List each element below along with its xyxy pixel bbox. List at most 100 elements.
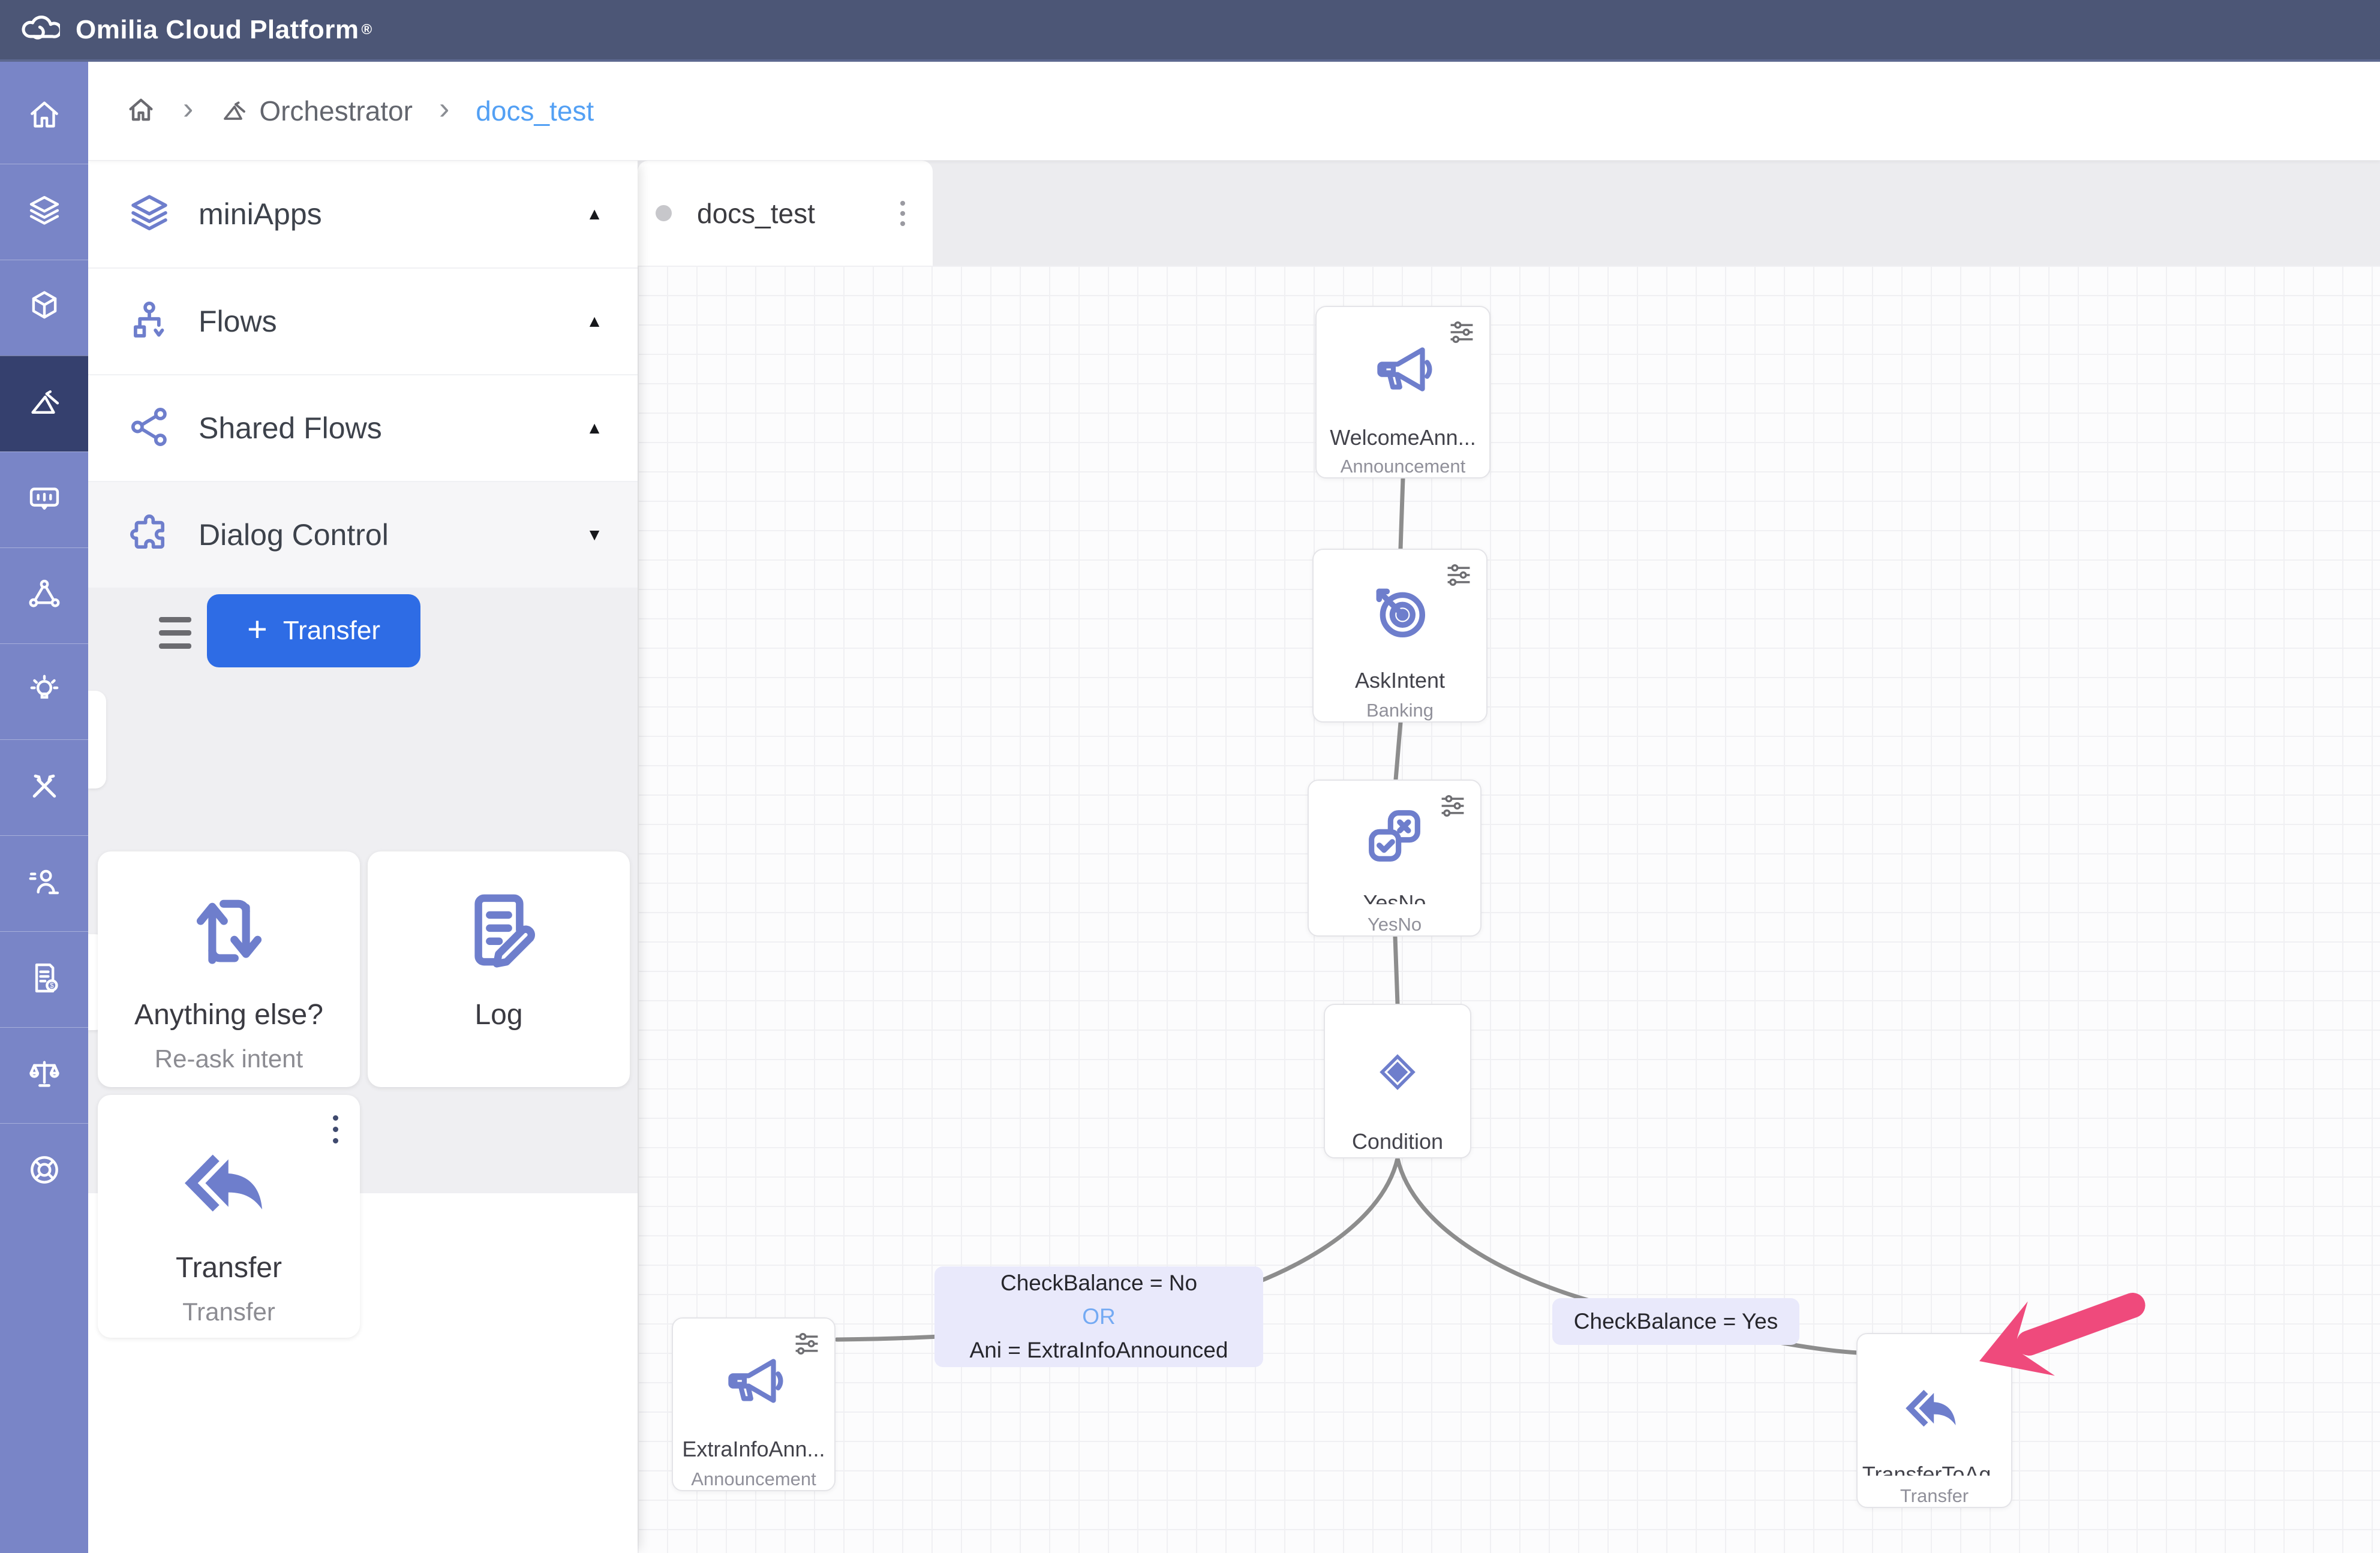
- rail-item-scales[interactable]: [0, 1027, 88, 1123]
- node-settings-icon[interactable]: [791, 1328, 822, 1362]
- svg-text:$: $: [50, 982, 54, 990]
- canvas-tabbar: docs_test: [638, 161, 2380, 266]
- add-transfer-button[interactable]: + Transfer: [207, 594, 420, 667]
- rail-item-agents[interactable]: [0, 835, 88, 931]
- layers-icon: [26, 192, 63, 232]
- rail-item-tools[interactable]: [0, 739, 88, 835]
- rail-item-chat-widget[interactable]: [0, 452, 88, 547]
- card-title: Transfer: [176, 1251, 282, 1284]
- blocks-icon: [26, 288, 63, 328]
- transfer-icon: [1906, 1387, 1963, 1440]
- registered-mark: ®: [362, 22, 372, 38]
- omilia-cloud-logo-icon: [17, 7, 60, 53]
- node-subtitle: Announcement: [1341, 456, 1466, 477]
- plus-icon: +: [247, 612, 268, 647]
- breadcrumb-current-page[interactable]: docs_test: [476, 95, 594, 127]
- card-title: Log: [474, 998, 522, 1031]
- node-transfer-to-agent[interactable]: TransferToAg... Transfer: [1856, 1333, 2012, 1508]
- rail-item-billing[interactable]: $: [0, 931, 88, 1027]
- puzzle-icon: [127, 511, 172, 559]
- tab-status-dot: [656, 205, 672, 221]
- rail-item-support[interactable]: [0, 1123, 88, 1219]
- orchestrator-icon: [26, 384, 63, 424]
- rail-item-network[interactable]: [0, 547, 88, 643]
- node-title: ExtraInfoAnn...: [682, 1437, 825, 1459]
- node-subtitle: YesNo: [1368, 914, 1422, 935]
- tab-docs-test[interactable]: docs_test: [638, 161, 933, 266]
- icon-rail: $: [0, 62, 88, 1553]
- card-title: Anything else?: [134, 998, 323, 1031]
- section-flows[interactable]: Flows ▲: [88, 267, 638, 374]
- scales-icon: [26, 1055, 63, 1095]
- layers-icon: [127, 190, 172, 239]
- node-settings-icon[interactable]: [1443, 559, 1474, 594]
- tab-menu-icon[interactable]: [900, 201, 905, 226]
- node-title: AskIntent: [1355, 668, 1445, 690]
- breadcrumb-separator: ›: [439, 91, 449, 127]
- network-triangle-icon: [26, 576, 63, 616]
- share-icon: [127, 404, 172, 453]
- edge-label-checkbalance-yes[interactable]: CheckBalance = Yes: [1552, 1298, 1799, 1345]
- edge-label-checkbalance-no[interactable]: CheckBalance = No OR Ani = ExtraInfoAnno…: [934, 1266, 1263, 1367]
- yes-no-icon: [1365, 806, 1425, 869]
- flow-canvas: docs_test CheckBalance = No OR Ani = Ext…: [638, 161, 2380, 1553]
- node-condition[interactable]: Condition: [1324, 1004, 1471, 1158]
- target-icon: [1369, 581, 1431, 646]
- rail-item-lightbulb[interactable]: [0, 643, 88, 739]
- node-subtitle: Announcement: [691, 1468, 816, 1490]
- collapse-caret-icon: ▲: [586, 419, 603, 438]
- breadcrumb-home-icon[interactable]: [125, 94, 157, 128]
- condition-diamond-icon: [1370, 1045, 1425, 1103]
- palette-panel: miniApps ▲ Flows ▲ Shared Flows ▲ Dialog…: [88, 161, 638, 1553]
- section-label: Flows: [199, 304, 560, 339]
- node-title: YesNo: [1363, 890, 1426, 904]
- node-extrainfo-announcement[interactable]: ExtraInfoAnn... Announcement: [672, 1317, 836, 1491]
- section-miniapps[interactable]: miniApps ▲: [88, 161, 638, 267]
- node-askintent[interactable]: AskIntent Banking: [1312, 549, 1488, 723]
- orchestrator-icon: [220, 97, 248, 125]
- palette-card-log[interactable]: Log: [368, 851, 630, 1087]
- section-dialog-control[interactable]: Dialog Control ▼: [88, 481, 638, 588]
- rail-item-orchestrator[interactable]: [0, 356, 88, 452]
- breadcrumb-orchestrator-label: Orchestrator: [259, 95, 413, 127]
- collapse-caret-icon: ▼: [586, 525, 603, 544]
- tools-icon: [26, 768, 63, 808]
- node-welcome-announcement[interactable]: WelcomeAnn... Announcement: [1315, 306, 1490, 478]
- megaphone-icon: [723, 1350, 785, 1415]
- section-shared-flows[interactable]: Shared Flows ▲: [88, 374, 638, 481]
- app-title: Omilia Cloud Platform: [76, 15, 359, 45]
- collapse-caret-icon: ▲: [586, 204, 603, 224]
- palette-card-transfer[interactable]: Transfer Transfer: [98, 1095, 360, 1338]
- breadcrumb-item-orchestrator[interactable]: Orchestrator: [220, 95, 413, 127]
- rail-item-blocks[interactable]: [0, 260, 88, 356]
- lightbulb-icon: [26, 672, 63, 712]
- node-settings-icon[interactable]: [1446, 317, 1477, 351]
- repeat-icon: [184, 885, 274, 978]
- node-subtitle: Transfer: [1900, 1485, 1969, 1507]
- section-label: miniApps: [199, 197, 560, 231]
- breadcrumb-separator: ›: [183, 91, 193, 127]
- card-subtitle: Re-ask intent: [155, 1045, 303, 1073]
- chat-widget-icon: [26, 480, 63, 520]
- list-view-toggle[interactable]: [159, 617, 191, 657]
- palette-card-anything-else[interactable]: Anything else? Re-ask intent: [98, 851, 360, 1087]
- user-voice-icon: [26, 863, 63, 904]
- node-title: WelcomeAnn...: [1330, 425, 1476, 446]
- card-menu-icon[interactable]: [333, 1115, 338, 1143]
- section-label: Shared Flows: [199, 411, 560, 446]
- breadcrumb: › Orchestrator › docs_test: [88, 62, 2380, 161]
- node-settings-icon[interactable]: [1437, 790, 1468, 824]
- transfer-icon: [184, 1150, 274, 1231]
- dialog-control-palette: + Transfer Anything else? Re-ask intent: [88, 588, 638, 1193]
- rail-item-layers[interactable]: [0, 164, 88, 260]
- invoice-dollar-icon: $: [26, 959, 63, 1000]
- section-label: Dialog Control: [199, 517, 560, 552]
- node-yesno[interactable]: YesNo YesNo: [1308, 779, 1482, 937]
- card-fragment: [88, 691, 106, 788]
- rail-item-home[interactable]: [0, 68, 88, 164]
- collapse-caret-icon: ▲: [586, 312, 603, 331]
- app-header: Omilia Cloud Platform ®: [0, 0, 2380, 62]
- canvas-grid[interactable]: [638, 266, 2380, 1553]
- log-icon: [454, 885, 544, 978]
- node-title: Condition: [1352, 1129, 1443, 1154]
